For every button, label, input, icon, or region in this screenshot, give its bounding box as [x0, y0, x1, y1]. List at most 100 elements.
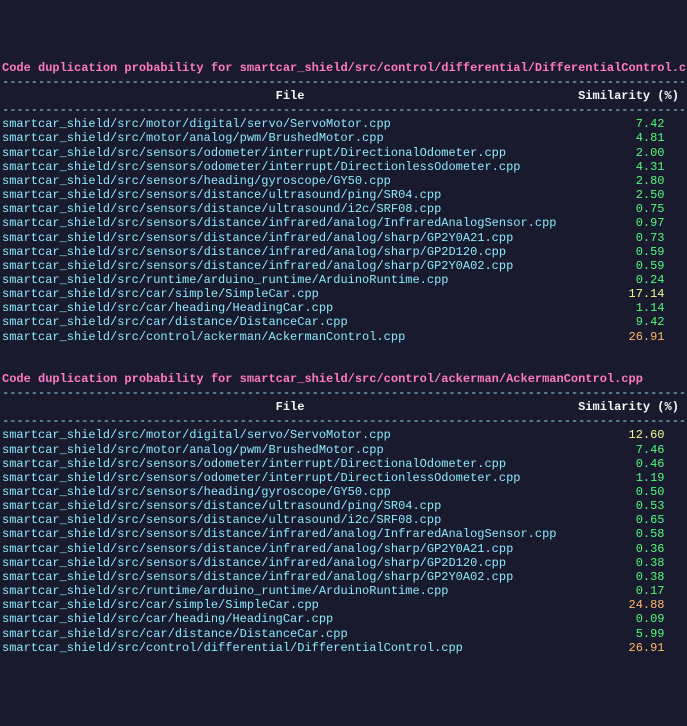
similarity-value: 1.14: [578, 301, 664, 315]
file-path: smartcar_shield/src/sensors/distance/ult…: [2, 188, 578, 202]
table-header: File Similarity (%): [2, 400, 687, 414]
title-path: smartcar_shield/src/control/ackerman/Ack…: [240, 372, 643, 386]
file-path: smartcar_shield/src/car/heading/HeadingC…: [2, 612, 578, 626]
table-row: smartcar_shield/src/sensors/distance/inf…: [2, 231, 687, 245]
similarity-value: 4.31: [578, 160, 664, 174]
similarity-value: 0.24: [578, 273, 664, 287]
table-row: smartcar_shield/src/motor/analog/pwm/Bru…: [2, 131, 687, 145]
table-row: smartcar_shield/src/car/distance/Distanc…: [2, 315, 687, 329]
divider-line: ----------------------------------------…: [2, 103, 687, 117]
similarity-value: 0.17: [578, 584, 664, 598]
similarity-value: 17.14: [578, 287, 664, 301]
file-path: smartcar_shield/src/sensors/distance/inf…: [2, 216, 578, 230]
table-row: smartcar_shield/src/runtime/arduino_runt…: [2, 584, 687, 598]
table-row: smartcar_shield/src/sensors/distance/inf…: [2, 542, 687, 556]
table-row: smartcar_shield/src/motor/digital/servo/…: [2, 117, 687, 131]
similarity-value: 9.42: [578, 315, 664, 329]
similarity-value: 0.50: [578, 485, 664, 499]
similarity-value: 0.59: [578, 245, 664, 259]
similarity-value: 24.88: [578, 598, 664, 612]
table-row: smartcar_shield/src/motor/digital/servo/…: [2, 428, 687, 442]
file-path: smartcar_shield/src/sensors/heading/gyro…: [2, 485, 578, 499]
similarity-value: 0.97: [578, 216, 664, 230]
file-path: smartcar_shield/src/car/distance/Distanc…: [2, 627, 578, 641]
table-row: smartcar_shield/src/sensors/distance/ult…: [2, 202, 687, 216]
table-row: smartcar_shield/src/sensors/distance/inf…: [2, 556, 687, 570]
file-path: smartcar_shield/src/sensors/distance/inf…: [2, 245, 578, 259]
table-row: smartcar_shield/src/sensors/odometer/int…: [2, 160, 687, 174]
file-path: smartcar_shield/src/car/simple/SimpleCar…: [2, 598, 578, 612]
header-similarity: Similarity (%): [578, 89, 679, 103]
file-path: smartcar_shield/src/car/simple/SimpleCar…: [2, 287, 578, 301]
similarity-value: 4.81: [578, 131, 664, 145]
divider-line: ----------------------------------------…: [2, 414, 687, 428]
file-path: smartcar_shield/src/sensors/distance/inf…: [2, 570, 578, 584]
similarity-value: 26.91: [578, 330, 664, 344]
file-path: smartcar_shield/src/motor/analog/pwm/Bru…: [2, 131, 578, 145]
similarity-value: 7.42: [578, 117, 664, 131]
file-path: smartcar_shield/src/sensors/odometer/int…: [2, 457, 578, 471]
table-row: smartcar_shield/src/sensors/distance/inf…: [2, 245, 687, 259]
similarity-value: 7.46: [578, 443, 664, 457]
file-path: smartcar_shield/src/sensors/odometer/int…: [2, 160, 578, 174]
table-row: smartcar_shield/src/sensors/distance/ult…: [2, 513, 687, 527]
table-row: smartcar_shield/src/sensors/distance/ult…: [2, 499, 687, 513]
table-row: smartcar_shield/src/car/heading/HeadingC…: [2, 301, 687, 315]
table-row: smartcar_shield/src/motor/analog/pwm/Bru…: [2, 443, 687, 457]
section-spacer: [2, 344, 687, 372]
file-path: smartcar_shield/src/car/distance/Distanc…: [2, 315, 578, 329]
table-row: smartcar_shield/src/car/simple/SimpleCar…: [2, 287, 687, 301]
file-path: smartcar_shield/src/control/differential…: [2, 641, 578, 655]
file-path: smartcar_shield/src/sensors/odometer/int…: [2, 471, 578, 485]
table-row: smartcar_shield/src/control/differential…: [2, 641, 687, 655]
file-path: smartcar_shield/src/motor/analog/pwm/Bru…: [2, 443, 578, 457]
table-header: File Similarity (%): [2, 89, 687, 103]
similarity-value: 0.73: [578, 231, 664, 245]
title-prefix: Code duplication probability for: [2, 61, 240, 75]
similarity-value: 0.09: [578, 612, 664, 626]
similarity-value: 0.38: [578, 570, 664, 584]
section-title: Code duplication probability for smartca…: [2, 372, 687, 386]
table-row: smartcar_shield/src/sensors/distance/inf…: [2, 570, 687, 584]
table-row: smartcar_shield/src/sensors/odometer/int…: [2, 146, 687, 160]
file-path: smartcar_shield/src/sensors/distance/ult…: [2, 513, 578, 527]
file-path: smartcar_shield/src/sensors/distance/ult…: [2, 202, 578, 216]
table-row: smartcar_shield/src/sensors/heading/gyro…: [2, 485, 687, 499]
similarity-value: 0.58: [578, 527, 664, 541]
table-row: smartcar_shield/src/sensors/odometer/int…: [2, 471, 687, 485]
table-row: smartcar_shield/src/sensors/heading/gyro…: [2, 174, 687, 188]
similarity-value: 12.60: [578, 428, 664, 442]
header-file: File: [2, 400, 578, 414]
terminal-output: Code duplication probability for smartca…: [0, 57, 687, 655]
header-file: File: [2, 89, 578, 103]
file-path: smartcar_shield/src/motor/digital/servo/…: [2, 117, 578, 131]
table-row: smartcar_shield/src/sensors/distance/inf…: [2, 216, 687, 230]
table-row: smartcar_shield/src/control/ackerman/Ack…: [2, 330, 687, 344]
header-similarity: Similarity (%): [578, 400, 679, 414]
similarity-value: 0.53: [578, 499, 664, 513]
table-row: smartcar_shield/src/sensors/distance/inf…: [2, 527, 687, 541]
table-row: smartcar_shield/src/sensors/distance/inf…: [2, 259, 687, 273]
table-row: smartcar_shield/src/sensors/distance/ult…: [2, 188, 687, 202]
file-path: smartcar_shield/src/sensors/odometer/int…: [2, 146, 578, 160]
title-prefix: Code duplication probability for: [2, 372, 240, 386]
similarity-value: 0.46: [578, 457, 664, 471]
file-path: smartcar_shield/src/sensors/heading/gyro…: [2, 174, 578, 188]
file-path: smartcar_shield/src/sensors/distance/inf…: [2, 556, 578, 570]
file-path: smartcar_shield/src/sensors/distance/inf…: [2, 527, 578, 541]
file-path: smartcar_shield/src/sensors/distance/ult…: [2, 499, 578, 513]
title-path: smartcar_shield/src/control/differential…: [240, 61, 687, 75]
divider-line: ----------------------------------------…: [2, 386, 687, 400]
similarity-value: 2.50: [578, 188, 664, 202]
divider-line: ----------------------------------------…: [2, 75, 687, 89]
similarity-value: 26.91: [578, 641, 664, 655]
similarity-value: 0.75: [578, 202, 664, 216]
file-path: smartcar_shield/src/motor/digital/servo/…: [2, 428, 578, 442]
table-row: smartcar_shield/src/car/distance/Distanc…: [2, 627, 687, 641]
table-row: smartcar_shield/src/runtime/arduino_runt…: [2, 273, 687, 287]
similarity-value: 1.19: [578, 471, 664, 485]
similarity-value: 0.59: [578, 259, 664, 273]
table-row: smartcar_shield/src/car/heading/HeadingC…: [2, 612, 687, 626]
similarity-value: 5.99: [578, 627, 664, 641]
file-path: smartcar_shield/src/sensors/distance/inf…: [2, 259, 578, 273]
